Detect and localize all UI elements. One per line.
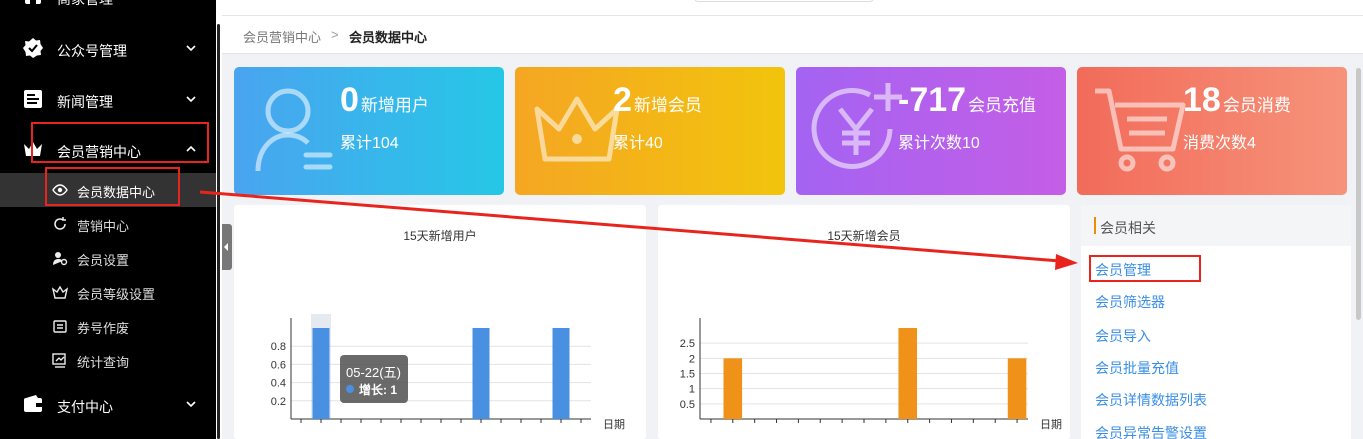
new-users-chart[interactable]: 0.2 0.4 0.6 0.8 日期 <box>234 205 646 439</box>
stat-label: 新增会员 <box>633 96 702 115</box>
refresh-icon <box>54 217 66 230</box>
sidebar-subitem-label: 营销中心 <box>77 219 130 234</box>
tooltip-series-name: 增长 <box>359 383 384 397</box>
sidebar-subitem-member-settings[interactable]: 会员设置 <box>0 241 216 275</box>
annotation-box-member-management <box>1089 255 1201 282</box>
stat-card-member-recharge: -717 会员充值 累计次数10 <box>796 67 1066 195</box>
crown-icon <box>534 96 620 162</box>
sidebar-subitem-label: 统计查询 <box>77 355 130 370</box>
chart-panel-new-members: 15天新增会员 0.5 1 1.5 2 2.5 日期 <box>658 205 1070 439</box>
link-member-alert-settings[interactable]: 会员异常告警设置 <box>1095 423 1207 439</box>
chart-bar[interactable] <box>898 328 918 419</box>
sidebar-subitem-marketing[interactable]: 营销中心 <box>0 207 216 241</box>
sidebar-item-label: 支付中心 <box>57 399 113 415</box>
chart-bar[interactable] <box>723 358 743 419</box>
link-member-detail-list[interactable]: 会员详情数据列表 <box>1095 390 1207 410</box>
chevron-down-icon <box>186 45 196 52</box>
user-settings-icon <box>53 252 68 266</box>
chart-panel-new-users: 15天新增用户 0.2 0.4 0.6 0.8 日期 <box>234 205 646 439</box>
chevron-down-icon <box>186 401 196 408</box>
tooltip-series-dot <box>346 385 354 393</box>
y-tick-label: 2 <box>689 353 695 365</box>
breadcrumb: 会员营销中心 > 会员数据中心 <box>222 16 1363 54</box>
chart-bar[interactable] <box>1007 358 1027 419</box>
news-icon <box>24 90 42 108</box>
y-tick-label: 0.6 <box>271 359 286 371</box>
new-members-chart[interactable]: 0.5 1 1.5 2 2.5 日期 <box>658 205 1070 439</box>
chevron-down-icon <box>186 96 196 103</box>
sidebar-subitem-label: 会员等级设置 <box>77 287 156 302</box>
stat-value: 18 <box>1183 81 1221 119</box>
y-tick-label: 0.5 <box>680 399 695 411</box>
links-panel-title: 会员相关 <box>1100 220 1156 236</box>
member-links-panel: 会员相关 会员管理 会员筛选器 会员导入 会员批量充值 会员详情数据列表 会员异… <box>1081 205 1351 439</box>
stat-subtext: 消费次数4 <box>1183 135 1256 152</box>
breadcrumb-separator: > <box>331 27 339 42</box>
y-tick-label: 1 <box>689 384 695 396</box>
stat-card-member-consumption: 18 会员消费 消费次数4 <box>1077 67 1347 195</box>
stat-label: 新增用户 <box>360 96 429 115</box>
annotation-box-member-data <box>45 167 180 206</box>
sidebar-item-label: 商家管理 <box>57 0 113 9</box>
top-search-input[interactable] <box>694 0 874 2</box>
y-tick-label: 0.4 <box>271 378 286 390</box>
y-tick-label: 1.5 <box>680 369 695 381</box>
sidebar: 商家管理 公众号管理 新闻管理 会员营销中心 会员数据中心 营销中心 会员设置 … <box>0 0 216 439</box>
yuan-plus-icon <box>811 83 902 169</box>
sidebar-subitem-member-level[interactable]: 会员等级设置 <box>0 275 216 309</box>
sidebar-collapse-toggle[interactable] <box>222 224 232 270</box>
cart-icon <box>1095 88 1186 172</box>
chart-bar[interactable] <box>552 328 570 419</box>
stat-value: -717 <box>898 81 967 119</box>
top-header <box>222 0 1363 16</box>
sidebar-scrollbar[interactable] <box>217 24 220 439</box>
sidebar-item-wechat[interactable]: 公众号管理 <box>0 32 216 66</box>
breadcrumb-parent[interactable]: 会员营销中心 <box>243 27 321 46</box>
y-tick-label: 0.8 <box>271 341 286 353</box>
tooltip-date: 05-22(五) <box>346 365 401 380</box>
stat-subtext: 累计40 <box>613 135 663 152</box>
stat-subtext: 累计次数10 <box>898 135 980 152</box>
link-member-filter[interactable]: 会员筛选器 <box>1095 292 1165 312</box>
sidebar-subitem-label: 会员设置 <box>77 253 130 268</box>
chart-bar[interactable] <box>312 328 330 419</box>
sidebar-item-news[interactable]: 新闻管理 <box>0 83 216 117</box>
y-tick-label: 0.2 <box>271 396 286 408</box>
annotation-box-member-marketing <box>31 122 209 163</box>
links-panel-header: 会员相关 <box>1081 205 1351 246</box>
stat-card-new-users: 0 新增用户 累计104 <box>234 67 504 195</box>
stat-label: 会员消费 <box>1222 96 1291 115</box>
stat-value: 0 <box>340 81 359 119</box>
user-icon <box>255 88 333 172</box>
sidebar-subitem-label: 券号作废 <box>77 321 130 336</box>
coupon-icon <box>53 320 67 333</box>
sidebar-item-payment[interactable]: 支付中心 <box>0 388 216 422</box>
wallet-icon <box>24 395 42 412</box>
sidebar-subitem-coupon-void[interactable]: 券号作废 <box>0 309 216 343</box>
stat-label: 会员充值 <box>968 96 1037 115</box>
tooltip-series-value: 1 <box>390 383 398 397</box>
tooltip-value: 增长: 1 <box>359 383 398 397</box>
y-tick-label: 2.5 <box>680 338 695 350</box>
statistics-icon <box>52 353 66 368</box>
sidebar-subitem-statistics[interactable]: 统计查询 <box>0 343 216 377</box>
x-axis-label: 日期 <box>603 418 625 431</box>
x-axis-label: 日期 <box>1040 418 1062 431</box>
stat-subtext: 累计104 <box>340 135 399 152</box>
stat-value: 2 <box>613 81 632 119</box>
link-batch-recharge[interactable]: 会员批量充值 <box>1095 358 1179 378</box>
level-icon <box>52 285 68 299</box>
page-scrollbar[interactable] <box>1356 68 1361 320</box>
sidebar-item-label: 公众号管理 <box>57 43 127 59</box>
chart-bar[interactable] <box>472 328 490 419</box>
chart-tooltip: 05-22(五) 增长: 1 <box>340 355 408 403</box>
header-accent-bar <box>1094 217 1096 234</box>
badge-check-icon <box>23 38 43 58</box>
sidebar-item-merchant[interactable]: 商家管理 <box>0 0 216 12</box>
store-icon <box>25 0 41 4</box>
stat-card-new-members: 2 新增会员 累计40 <box>515 67 785 195</box>
breadcrumb-current: 会员数据中心 <box>349 30 428 45</box>
sidebar-item-label: 新闻管理 <box>57 94 113 110</box>
link-member-import[interactable]: 会员导入 <box>1095 326 1151 346</box>
